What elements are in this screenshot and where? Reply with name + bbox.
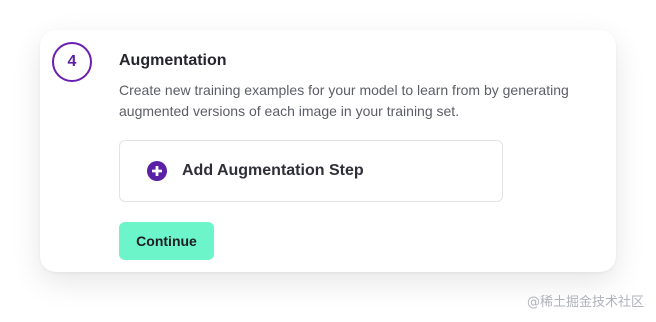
- plus-circle-icon: [147, 161, 167, 181]
- step-title: Augmentation: [119, 52, 227, 69]
- step-description: Create new training examples for your mo…: [119, 82, 569, 119]
- watermark: @稀土掘金技术社区: [526, 295, 644, 310]
- continue-button[interactable]: Continue: [119, 222, 214, 260]
- add-augmentation-step-button[interactable]: Add Augmentation Step: [119, 140, 503, 202]
- step-number-badge: 4: [52, 42, 92, 82]
- augmentation-step-card: 4 Augmentation Create new training examp…: [40, 30, 616, 272]
- add-augmentation-step-label: Add Augmentation Step: [182, 162, 364, 179]
